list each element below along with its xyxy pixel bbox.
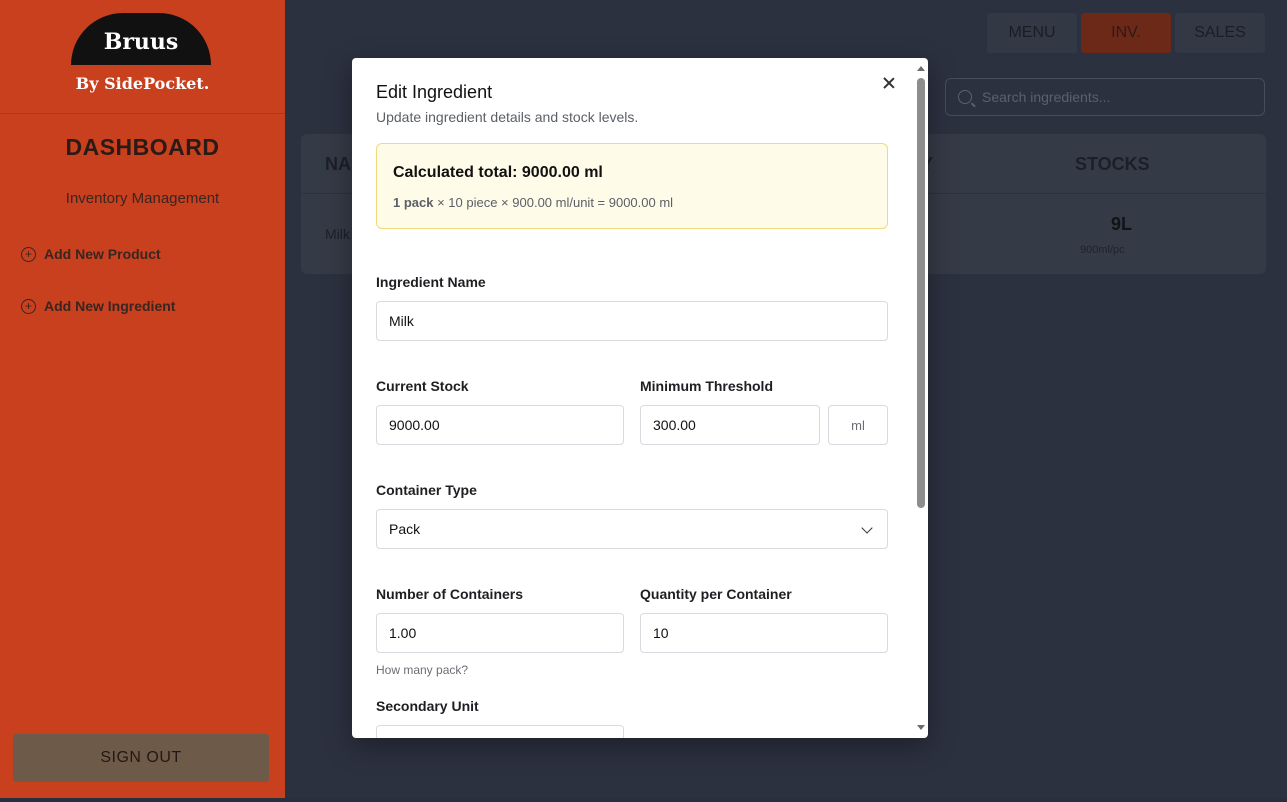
close-icon[interactable] bbox=[880, 74, 898, 92]
top-nav: MENU INV. SALES bbox=[983, 13, 1265, 53]
secondary-unit-label: Secondary Unit bbox=[376, 698, 479, 714]
add-new-ingredient-label: Add New Ingredient bbox=[44, 298, 176, 314]
scrollbar-thumb[interactable] bbox=[917, 78, 925, 508]
nav-inventory-button[interactable]: INV. bbox=[1081, 13, 1171, 53]
logo-text: Bruus bbox=[103, 29, 179, 55]
edit-ingredient-modal: Edit Ingredient Update ingredient detail… bbox=[352, 58, 928, 738]
column-header-name: NA bbox=[325, 154, 351, 174]
quantity-per-container-value: 10 bbox=[653, 625, 669, 641]
modal-description: Update ingredient details and stock leve… bbox=[376, 109, 639, 125]
window-bottom-edge bbox=[0, 798, 1287, 802]
modal-title: Edit Ingredient bbox=[376, 82, 493, 102]
number-of-containers-input[interactable]: 1.00 bbox=[376, 613, 624, 653]
ingredient-name-input[interactable]: Milk bbox=[376, 301, 888, 341]
number-of-containers-hint: How many pack? bbox=[376, 663, 469, 677]
container-type-value: Pack bbox=[389, 521, 421, 537]
current-stock-value: 9000.00 bbox=[389, 417, 440, 433]
calculated-total-formula: 1 pack × 10 piece × 900.00 ml/unit = 900… bbox=[393, 195, 673, 210]
current-stock-label: Current Stock bbox=[376, 378, 469, 394]
minimum-threshold-label: Minimum Threshold bbox=[640, 378, 773, 394]
column-header-stocks: STOCKS bbox=[1075, 154, 1150, 174]
table-cell-stock-sub: 900ml/pc bbox=[1080, 244, 1125, 256]
ingredient-name-value: Milk bbox=[389, 313, 414, 329]
search-placeholder: Search ingredients... bbox=[982, 89, 1111, 105]
scroll-down-arrow-icon[interactable] bbox=[917, 725, 925, 730]
plus-circle-icon: + bbox=[21, 246, 36, 262]
add-new-ingredient-link[interactable]: + Add New Ingredient bbox=[21, 298, 175, 314]
logo-subtitle: By SidePocket. bbox=[75, 74, 210, 93]
minimum-threshold-input[interactable]: 300.00 bbox=[640, 405, 820, 445]
nav-menu-button[interactable]: MENU bbox=[987, 13, 1077, 53]
search-input[interactable]: Search ingredients... bbox=[945, 78, 1265, 116]
table-cell-stock: 9L bbox=[1111, 214, 1133, 234]
dashboard-subtitle: Inventory Management bbox=[65, 190, 220, 207]
modal-scrollbar[interactable] bbox=[916, 66, 926, 730]
quantity-per-container-label: Quantity per Container bbox=[640, 586, 792, 602]
container-type-label: Container Type bbox=[376, 482, 477, 498]
table-cell-name: Milk bbox=[325, 226, 350, 242]
formula-pack-count: 1 pack bbox=[393, 195, 434, 210]
minimum-threshold-value: 300.00 bbox=[653, 417, 696, 433]
quantity-per-container-input[interactable]: 10 bbox=[640, 613, 888, 653]
nav-sales-button[interactable]: SALES bbox=[1175, 13, 1265, 53]
dashboard-title: DASHBOARD bbox=[65, 134, 220, 160]
add-new-product-link[interactable]: + Add New Product bbox=[21, 246, 161, 262]
ingredient-name-label: Ingredient Name bbox=[376, 274, 486, 290]
container-type-select[interactable]: Pack bbox=[376, 509, 888, 549]
add-new-product-label: Add New Product bbox=[44, 246, 161, 262]
calculated-total-title: Calculated total: 9000.00 ml bbox=[393, 164, 603, 181]
number-of-containers-value: 1.00 bbox=[389, 625, 417, 641]
search-icon bbox=[958, 90, 972, 104]
threshold-unit-badge: ml bbox=[828, 405, 888, 445]
current-stock-input[interactable]: 9000.00 bbox=[376, 405, 624, 445]
secondary-unit-select[interactable] bbox=[376, 725, 624, 738]
scroll-up-arrow-icon[interactable] bbox=[917, 66, 925, 71]
formula-rest: × 10 piece × 900.00 ml/unit = 9000.00 ml bbox=[433, 195, 674, 210]
logo-area: Bruus By SidePocket. bbox=[0, 0, 285, 114]
sign-out-button[interactable]: SIGN OUT bbox=[13, 734, 269, 782]
chevron-down-icon bbox=[861, 522, 873, 534]
plus-circle-icon: + bbox=[21, 298, 36, 314]
sidebar: Bruus By SidePocket. DASHBOARD Inventory… bbox=[0, 0, 285, 798]
number-of-containers-label: Number of Containers bbox=[376, 586, 524, 602]
calculated-total-box: Calculated total: 9000.00 ml 1 pack × 10… bbox=[376, 143, 888, 229]
